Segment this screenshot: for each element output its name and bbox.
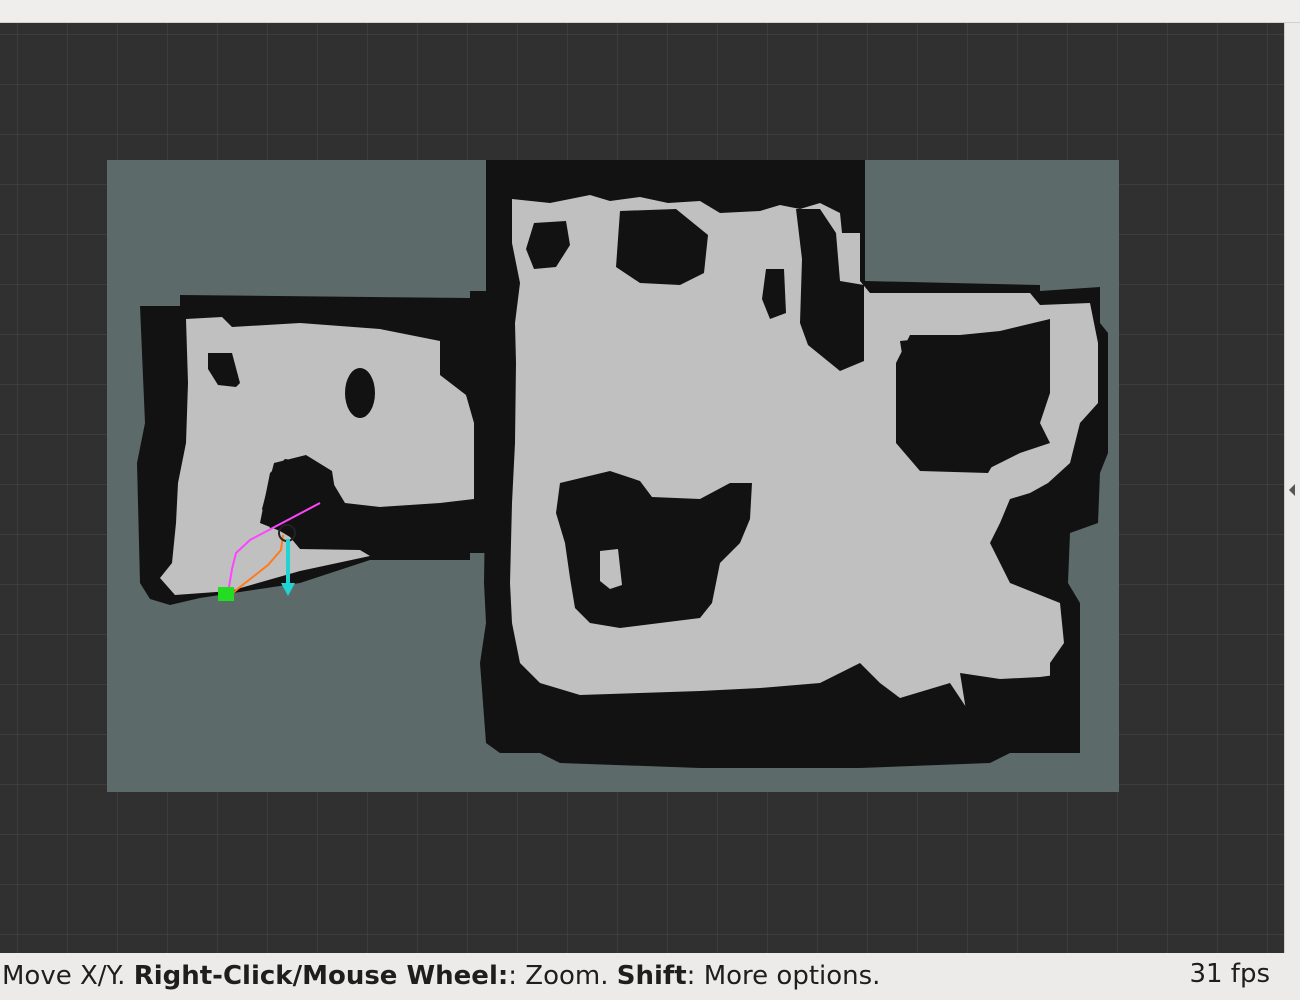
chevron-left-icon[interactable] bbox=[1286, 480, 1298, 500]
map-viewport[interactable] bbox=[0, 23, 1284, 953]
fps-counter: 31 fps bbox=[1189, 959, 1270, 989]
status-hint: Move X/Y. Right-Click/Mouse Wheel:: Zoom… bbox=[2, 961, 880, 991]
obstacle-left-pillar bbox=[345, 368, 375, 418]
hint-text-3: : More options. bbox=[686, 961, 881, 991]
window-top-strip bbox=[0, 0, 1300, 23]
obstacle-right-block bbox=[900, 319, 1050, 468]
hint-text-1: Move X/Y. bbox=[2, 961, 134, 991]
hint-text-2: : Zoom. bbox=[508, 961, 617, 991]
hint-bold-1: Right-Click/Mouse Wheel: bbox=[133, 961, 509, 991]
status-bar: Move X/Y. Right-Click/Mouse Wheel:: Zoom… bbox=[0, 953, 1300, 1000]
map-canvas[interactable] bbox=[0, 23, 1284, 953]
hint-bold-2: Shift bbox=[616, 961, 687, 991]
goal-marker bbox=[218, 587, 234, 601]
